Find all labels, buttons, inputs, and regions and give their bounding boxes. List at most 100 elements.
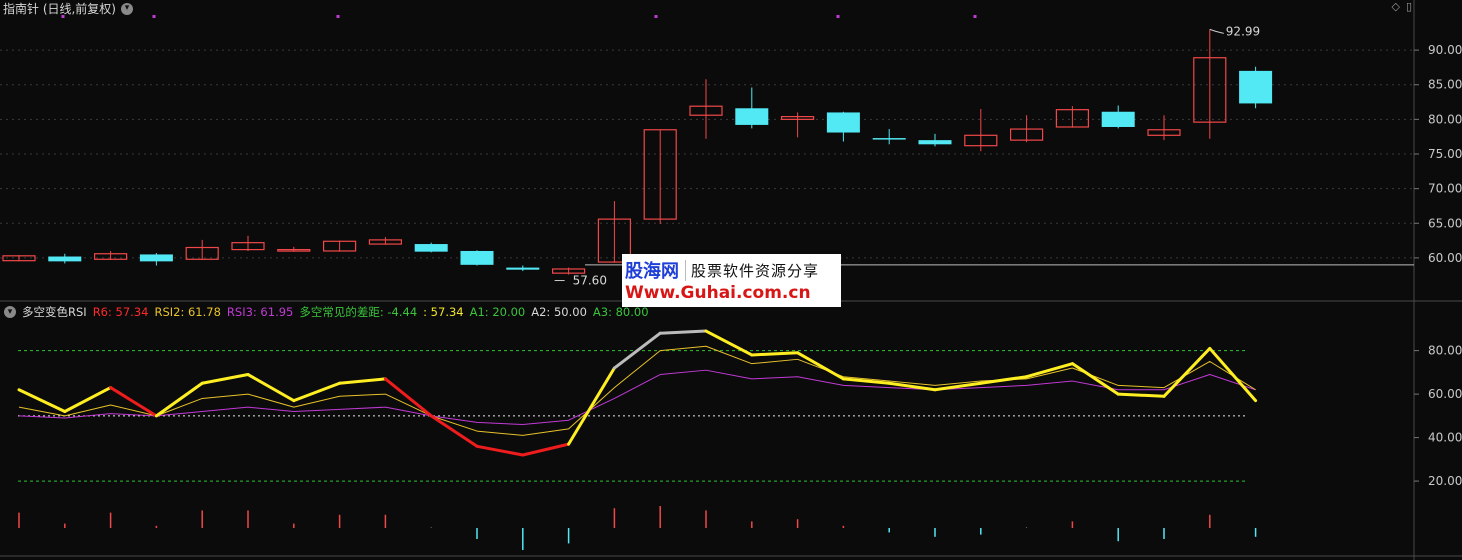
candle-body [918, 140, 952, 145]
r6-segment [154, 381, 204, 418]
r6-segment [567, 366, 616, 446]
indicator-name[interactable]: 多空变色RSI [22, 304, 87, 320]
diamond-icon[interactable]: ◇ [1391, 0, 1399, 13]
candle [48, 253, 82, 264]
candle [780, 112, 815, 138]
volume-bar [888, 528, 890, 533]
volume-bar [384, 514, 387, 528]
volume-bar [64, 523, 66, 528]
chart-title-bar[interactable]: 指南针 (日线,前复权) ▾ [3, 0, 133, 17]
candle [1101, 105, 1135, 129]
candle [139, 253, 173, 266]
candle-body [735, 108, 769, 125]
candle [918, 133, 952, 147]
volume-bar [980, 528, 982, 535]
r6-segment [1162, 346, 1212, 398]
r6-segment [246, 373, 296, 403]
price-axis-label: 65.00 [1428, 216, 1462, 230]
candle [460, 250, 494, 266]
candle [277, 246, 311, 252]
legend-rsi3: RSI3: 61.95 [226, 305, 294, 319]
candle-body [872, 138, 906, 140]
r6-segment [658, 329, 708, 335]
candle [231, 235, 265, 251]
corner-controls: ◇ ▯ [1391, 0, 1412, 13]
volume-bar [247, 510, 249, 528]
candle [872, 129, 906, 145]
candle [185, 239, 219, 260]
candle-body [460, 250, 494, 265]
r6-segment [612, 331, 662, 370]
top-marker [973, 15, 977, 18]
price-axis-label: 70.00 [1428, 182, 1462, 196]
legend-value: : 57.34 [423, 305, 464, 319]
volume-bar [567, 528, 570, 544]
volume-bar [522, 528, 524, 550]
candle-body [506, 267, 540, 270]
candle [414, 242, 448, 253]
volume-bar [1026, 527, 1028, 528]
volume-bar [293, 523, 295, 528]
candle [1055, 106, 1090, 128]
r6-segment [1116, 392, 1166, 398]
volume-bar [476, 528, 478, 539]
r6-segment [750, 351, 800, 357]
candle-body [1101, 111, 1135, 127]
volume-bar [109, 512, 112, 528]
r6-segment [200, 373, 250, 385]
top-marker [654, 15, 658, 18]
legend-a2: A2: 50.00 [531, 305, 587, 319]
volume-bar [705, 510, 707, 528]
r6-segment [109, 386, 158, 418]
rsi2-line [18, 345, 1256, 436]
price-axis-label: 90.00 [1428, 43, 1462, 57]
candle [964, 108, 998, 152]
candle [1193, 29, 1227, 139]
candle-body [826, 112, 860, 133]
volume-bar [155, 525, 158, 528]
candle-body [414, 244, 448, 252]
watermark-brand: 股海网 [625, 261, 679, 282]
volume-bar [338, 514, 341, 528]
r6-segment [704, 329, 754, 357]
high-price-label: 92.99 [1226, 24, 1260, 38]
r6-segment [475, 444, 525, 457]
low-price-label: 57.60 [573, 274, 607, 288]
volume-bar [751, 521, 753, 528]
candle-body [1239, 70, 1273, 104]
volume-bar [796, 519, 799, 528]
candle [323, 240, 357, 252]
r6-segment [1025, 362, 1074, 379]
volume-bar [1209, 514, 1211, 528]
candle [643, 129, 677, 224]
top-marker [836, 15, 840, 18]
indicator-axis-label: 80.00 [1428, 344, 1462, 358]
legend-gap: 多空常见的差距: -4.44 [299, 305, 418, 319]
candle-body [48, 256, 82, 262]
volume-bar [613, 508, 616, 528]
r6-segment [429, 414, 479, 448]
volume-bar [18, 512, 20, 528]
watermark-banner: 股海网 股票软件资源分享 Www.Guhai.com.cn [622, 254, 841, 307]
volume-bar [934, 528, 936, 537]
window-icon[interactable]: ▯ [1406, 0, 1412, 13]
chevron-down-icon[interactable]: ▾ [121, 2, 133, 15]
high-arrow [1209, 28, 1224, 34]
volume-bar [842, 525, 845, 528]
volume-bar [1117, 528, 1119, 542]
legend-a3: A3: 80.00 [592, 305, 649, 319]
volume-bar [1254, 528, 1257, 537]
indicator-axis-label: 20.00 [1428, 474, 1462, 488]
indicator-menu-icon[interactable]: ▾ [4, 306, 16, 318]
r6-segment [338, 377, 387, 385]
rsi3-line [18, 369, 1256, 426]
r6-segment [521, 442, 571, 457]
legend-r6: R6: 57.34 [92, 305, 149, 319]
chart-title: 指南针 (日线,前复权) [3, 2, 116, 16]
candle [93, 250, 128, 260]
r6-segment [841, 377, 891, 385]
candle [368, 237, 402, 245]
r6-segment [796, 351, 845, 381]
indicator-axis-label: 40.00 [1428, 431, 1462, 445]
top-marker [152, 15, 156, 18]
